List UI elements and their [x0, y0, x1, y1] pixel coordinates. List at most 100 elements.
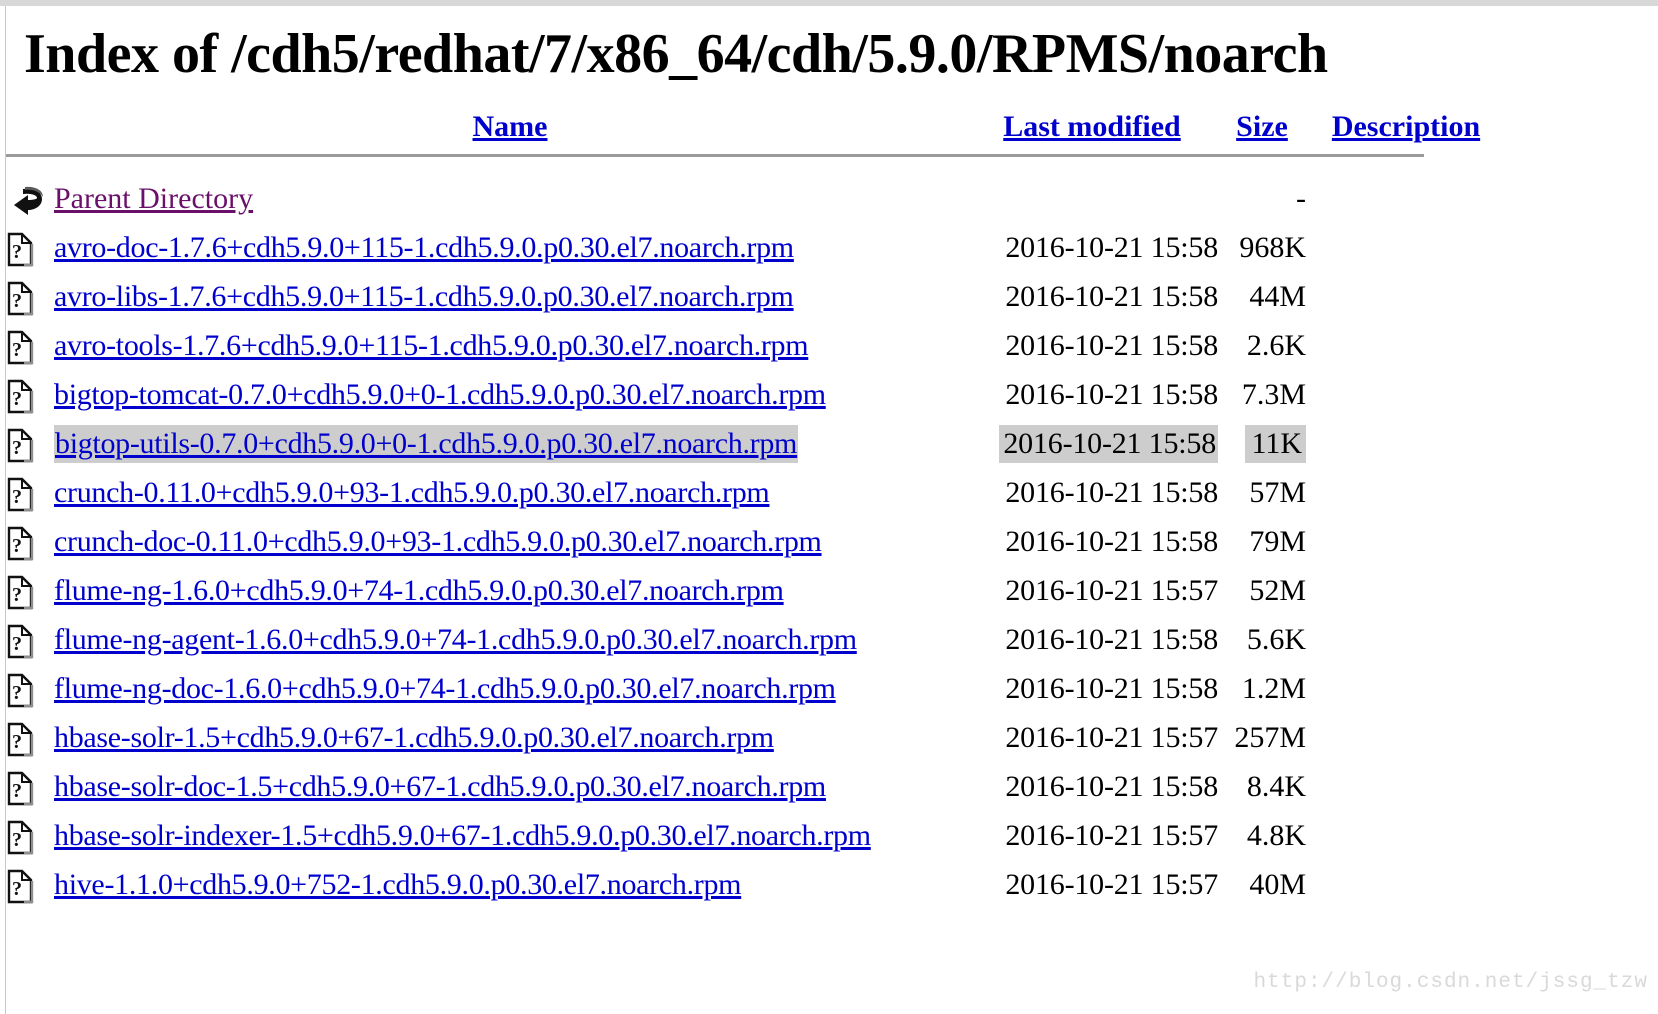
row-icon-cell: ?: [6, 412, 54, 463]
svg-text:?: ?: [12, 486, 22, 508]
file-link[interactable]: bigtop-utils-0.7.0+cdh5.9.0+0-1.cdh5.9.0…: [55, 427, 797, 460]
row-size-cell: 79M: [1249, 525, 1306, 559]
row-name-cell[interactable]: flume-ng-agent-1.6.0+cdh5.9.0+74-1.cdh5.…: [54, 608, 966, 657]
row-name-cell[interactable]: Parent Directory: [54, 167, 966, 216]
svg-text:?: ?: [12, 535, 22, 557]
sort-by-name-link[interactable]: Name: [473, 110, 548, 143]
table-row[interactable]: ? bigtop-tomcat-0.7.0+cdh5.9.0+0-1.cdh5.9…: [6, 363, 1506, 414]
unknown-file-icon: ?: [6, 231, 34, 267]
row-description-cell: [1306, 412, 1506, 461]
unknown-file-icon: ?: [6, 623, 34, 659]
row-name-cell[interactable]: hbase-solr-doc-1.5+cdh5.9.0+67-1.cdh5.9.…: [54, 755, 966, 804]
row-name-cell[interactable]: hbase-solr-1.5+cdh5.9.0+67-1.cdh5.9.0.p0…: [54, 706, 966, 755]
table-row[interactable]: ? hive-1.1.0+cdh5.9.0+752-1.cdh5.9.0.p0.3…: [6, 853, 1506, 904]
unknown-file-icon: ?: [6, 721, 34, 757]
file-link[interactable]: hive-1.1.0+cdh5.9.0+752-1.cdh5.9.0.p0.30…: [54, 868, 742, 901]
row-icon-cell: ?: [6, 363, 54, 414]
row-description-cell: [1306, 853, 1506, 902]
file-link[interactable]: avro-doc-1.7.6+cdh5.9.0+115-1.cdh5.9.0.p…: [54, 231, 794, 264]
row-description-cell: [1306, 167, 1506, 216]
row-name-cell[interactable]: avro-libs-1.7.6+cdh5.9.0+115-1.cdh5.9.0.…: [54, 265, 966, 314]
row-icon-cell: ?: [6, 265, 54, 316]
file-link[interactable]: flume-ng-agent-1.6.0+cdh5.9.0+74-1.cdh5.…: [54, 623, 857, 656]
row-last-modified-cell: 2016-10-21 15:58: [1005, 231, 1218, 265]
svg-text:?: ?: [12, 290, 22, 312]
column-header-description[interactable]: Description: [1306, 84, 1506, 144]
svg-text:?: ?: [12, 584, 22, 606]
row-last-modified-cell: 2016-10-21 15:58: [1005, 378, 1218, 412]
column-header-size[interactable]: Size: [1218, 84, 1306, 144]
row-size-cell: 52M: [1249, 574, 1306, 608]
file-link[interactable]: flume-ng-1.6.0+cdh5.9.0+74-1.cdh5.9.0.p0…: [54, 574, 784, 607]
row-name-cell[interactable]: avro-doc-1.7.6+cdh5.9.0+115-1.cdh5.9.0.p…: [54, 216, 966, 265]
file-link[interactable]: avro-tools-1.7.6+cdh5.9.0+115-1.cdh5.9.0…: [54, 329, 809, 362]
unknown-file-icon: ?: [6, 819, 34, 855]
table-row[interactable]: ? hbase-solr-1.5+cdh5.9.0+67-1.cdh5.9.0.p…: [6, 706, 1506, 757]
table-row[interactable]: ? flume-ng-doc-1.6.0+cdh5.9.0+74-1.cdh5.9…: [6, 657, 1506, 708]
table-row[interactable]: ? hbase-solr-indexer-1.5+cdh5.9.0+67-1.cd…: [6, 804, 1506, 855]
file-link[interactable]: flume-ng-doc-1.6.0+cdh5.9.0+74-1.cdh5.9.…: [54, 672, 836, 705]
directory-listing-page: Index of /cdh5/redhat/7/x86_64/cdh/5.9.0…: [6, 6, 1658, 1014]
sort-by-size-link[interactable]: Size: [1236, 110, 1288, 143]
table-row[interactable]: ? hbase-solr-doc-1.5+cdh5.9.0+67-1.cdh5.9…: [6, 755, 1506, 806]
row-name-cell[interactable]: flume-ng-1.6.0+cdh5.9.0+74-1.cdh5.9.0.p0…: [54, 559, 966, 608]
row-icon-cell: [6, 167, 54, 216]
svg-text:?: ?: [12, 780, 22, 802]
row-name-cell[interactable]: bigtop-tomcat-0.7.0+cdh5.9.0+0-1.cdh5.9.…: [54, 363, 966, 412]
parent-directory-link[interactable]: Parent Directory: [54, 182, 253, 215]
unknown-file-icon: ?: [6, 280, 34, 316]
back-arrow-icon: [6, 186, 46, 216]
table-header: Name Last modified Size Description: [6, 84, 1506, 167]
row-size-cell: 1.2M: [1241, 672, 1306, 706]
file-link[interactable]: hbase-solr-1.5+cdh5.9.0+67-1.cdh5.9.0.p0…: [54, 721, 774, 754]
table-row[interactable]: ? flume-ng-agent-1.6.0+cdh5.9.0+74-1.cdh5…: [6, 608, 1506, 659]
row-description-cell: [1306, 314, 1506, 363]
file-link[interactable]: avro-libs-1.7.6+cdh5.9.0+115-1.cdh5.9.0.…: [54, 280, 794, 313]
watermark-text: http://blog.csdn.net/jssg_tzw: [1253, 971, 1648, 994]
svg-text:?: ?: [12, 388, 22, 410]
row-name-cell[interactable]: avro-tools-1.7.6+cdh5.9.0+115-1.cdh5.9.0…: [54, 314, 966, 363]
file-link[interactable]: crunch-0.11.0+cdh5.9.0+93-1.cdh5.9.0.p0.…: [54, 476, 770, 509]
row-last-modified-cell: 2016-10-21 15:57: [1005, 721, 1218, 755]
row-name-cell[interactable]: crunch-doc-0.11.0+cdh5.9.0+93-1.cdh5.9.0…: [54, 510, 966, 559]
row-name-cell[interactable]: hive-1.1.0+cdh5.9.0+752-1.cdh5.9.0.p0.30…: [54, 853, 966, 902]
table-row[interactable]: ? crunch-doc-0.11.0+cdh5.9.0+93-1.cdh5.9.…: [6, 510, 1506, 561]
row-size-cell: 968K: [1239, 231, 1306, 265]
parent-directory-row[interactable]: Parent Directory -: [6, 167, 1506, 216]
row-description-cell: [1306, 559, 1506, 608]
file-link[interactable]: hbase-solr-doc-1.5+cdh5.9.0+67-1.cdh5.9.…: [54, 770, 826, 803]
table-row[interactable]: ? avro-doc-1.7.6+cdh5.9.0+115-1.cdh5.9.0.…: [6, 216, 1506, 267]
row-last-modified-cell: 2016-10-21 15:58: [966, 412, 1218, 464]
row-name-cell[interactable]: hbase-solr-indexer-1.5+cdh5.9.0+67-1.cdh…: [54, 804, 966, 853]
svg-text:?: ?: [12, 682, 22, 704]
row-description-cell: [1306, 657, 1506, 706]
row-size-cell: 57M: [1249, 476, 1306, 510]
row-icon-cell: ?: [6, 314, 54, 365]
sort-by-description-link[interactable]: Description: [1332, 110, 1480, 143]
sort-by-last-modified-link[interactable]: Last modified: [1003, 110, 1181, 143]
row-name-cell[interactable]: bigtop-utils-0.7.0+cdh5.9.0+0-1.cdh5.9.0…: [54, 412, 966, 464]
row-last-modified-cell: 2016-10-21 15:58: [1005, 672, 1218, 706]
unknown-file-icon: ?: [6, 672, 34, 708]
table-row[interactable]: ? crunch-0.11.0+cdh5.9.0+93-1.cdh5.9.0.p0…: [6, 461, 1506, 512]
column-header-last-modified[interactable]: Last modified: [966, 84, 1218, 144]
horizontal-rule: [6, 154, 1424, 158]
table-header-row: Name Last modified Size Description: [6, 84, 1506, 144]
row-name-cell[interactable]: crunch-0.11.0+cdh5.9.0+93-1.cdh5.9.0.p0.…: [54, 461, 966, 510]
row-size-cell: 2.6K: [1246, 329, 1306, 363]
row-last-modified-cell: 2016-10-21 15:58: [1005, 770, 1218, 804]
file-link[interactable]: hbase-solr-indexer-1.5+cdh5.9.0+67-1.cdh…: [54, 819, 871, 852]
table-row[interactable]: ? avro-libs-1.7.6+cdh5.9.0+115-1.cdh5.9.0…: [6, 265, 1506, 316]
row-last-modified-cell: 2016-10-21 15:58: [1005, 623, 1218, 657]
table-row[interactable]: ? flume-ng-1.6.0+cdh5.9.0+74-1.cdh5.9.0.p…: [6, 559, 1506, 610]
row-description-cell: [1306, 608, 1506, 657]
row-name-cell[interactable]: flume-ng-doc-1.6.0+cdh5.9.0+74-1.cdh5.9.…: [54, 657, 966, 706]
table-row[interactable]: ? avro-tools-1.7.6+cdh5.9.0+115-1.cdh5.9.…: [6, 314, 1506, 365]
row-size-cell: 11K: [1218, 412, 1306, 464]
column-header-name[interactable]: Name: [54, 84, 966, 144]
table-row[interactable]: ? bigtop-utils-0.7.0+cdh5.9.0+0-1.cdh5.9.…: [6, 412, 1506, 464]
file-link[interactable]: crunch-doc-0.11.0+cdh5.9.0+93-1.cdh5.9.0…: [54, 525, 822, 558]
row-icon-cell: ?: [6, 216, 54, 267]
row-last-modified-cell: 2016-10-21 15:58: [1005, 476, 1218, 510]
file-link[interactable]: bigtop-tomcat-0.7.0+cdh5.9.0+0-1.cdh5.9.…: [54, 378, 826, 411]
